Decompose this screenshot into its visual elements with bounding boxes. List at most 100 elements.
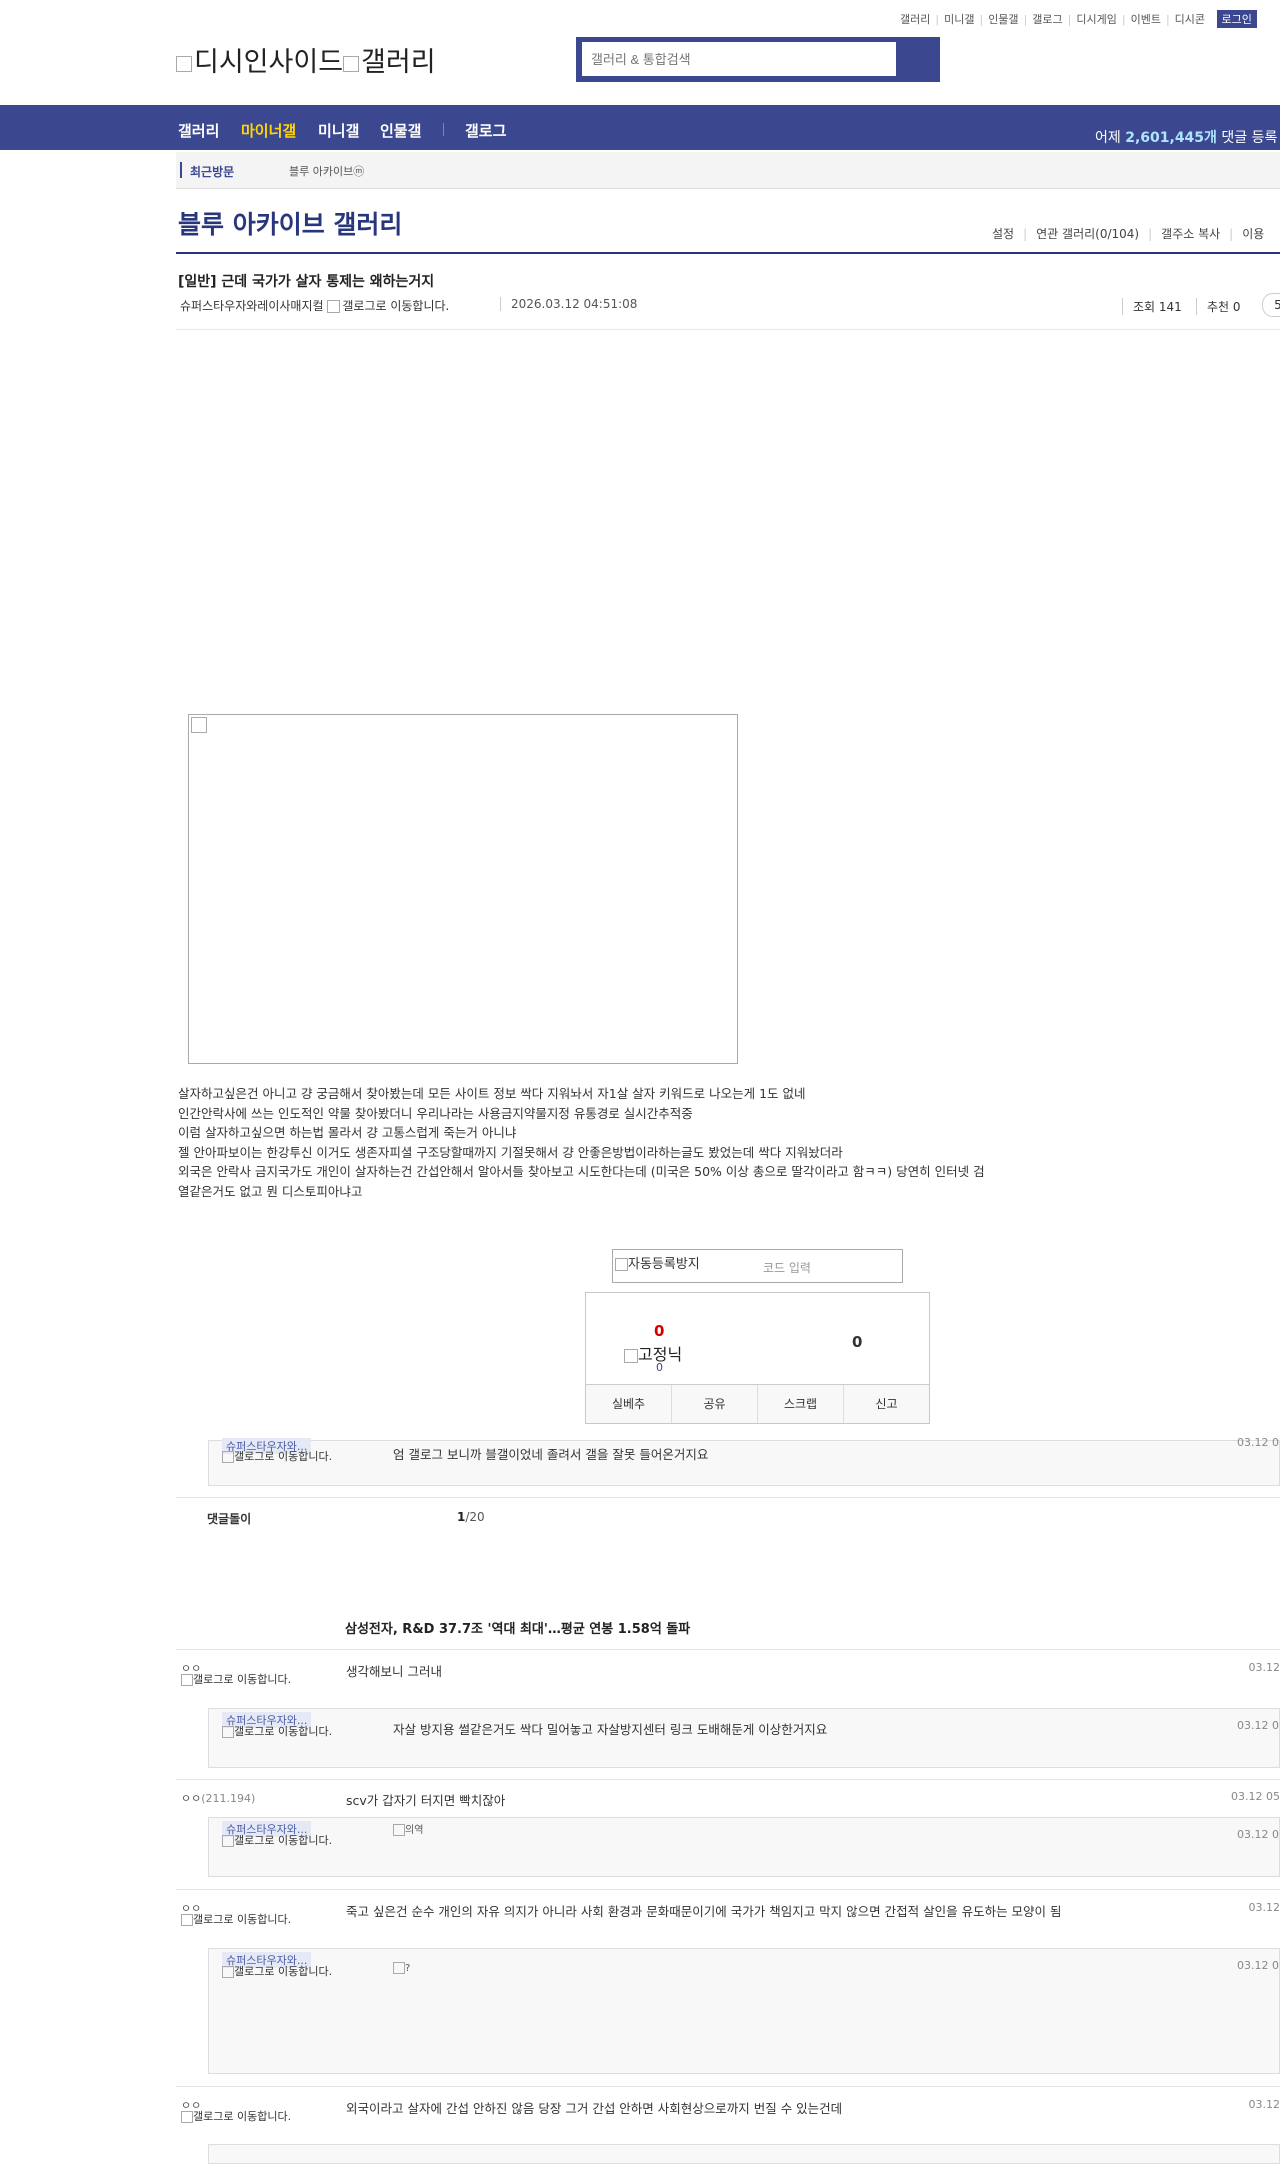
top-link-dccon[interactable]: 디시콘 [1175, 13, 1205, 26]
comment-divider [176, 2086, 1280, 2087]
news-headline[interactable]: 삼성전자, R&D 37.7조 '역대 최대'…평균 연봉 1.58억 돌파 [345, 1618, 690, 1637]
gallog-icon[interactable]: 갤로그로 이동합니다. [222, 1966, 332, 1978]
logo-site-text: 디시인사이드 [194, 47, 343, 78]
gallery-menu: 설정|연관 갤러리(0/104)|갤주소 복사|이용 [992, 225, 1264, 242]
login-button[interactable]: 로그인 [1217, 10, 1257, 28]
broken-image-icon [176, 56, 192, 72]
reply-text: 엄 갤로그 보니까 블갤이었네 졸려서 갤을 잘못 들어온거지요 [393, 1444, 708, 1463]
comment-bot-label: 댓글돌이 [207, 1510, 251, 1527]
post-image[interactable] [188, 714, 738, 1064]
comment-page-total: /20 [465, 1510, 484, 1524]
comment-text: 생각해보니 그러내 [346, 1661, 442, 1680]
comment-count-button[interactable]: 5 [1262, 293, 1280, 317]
comment-pagination: 1/20 [457, 1510, 485, 1524]
best-recommend-button[interactable]: 실베추 [586, 1385, 672, 1423]
gallog-icon[interactable]: 갤로그로 이동합니다. [222, 1726, 332, 1738]
comment-reply: 슈퍼스타우자와... 갤로그로 이동합니다. 의역 03.12 0 [208, 1817, 1280, 1877]
downvote-count: 0 [852, 1333, 862, 1351]
comment-text: 죽고 싶은건 순수 개인의 자유 의지가 아니라 사회 환경과 문화때문이기에 … [346, 1901, 1062, 1920]
reply-date: 03.12 0 [1237, 1828, 1279, 1841]
recent-chip[interactable]: 블루 아카이브ⓜ [289, 163, 364, 179]
stats-suffix: 댓글 등록 [1217, 130, 1277, 146]
captcha-image: 자동등록방지 [615, 1253, 700, 1272]
search-input[interactable] [582, 42, 896, 76]
nav-item-gallery[interactable]: 갤러리 [178, 120, 219, 141]
comment-date: 03.12 [1249, 2098, 1280, 2111]
gallery-settings-link[interactable]: 설정 [992, 227, 1014, 241]
site-logo[interactable]: 디시인사이드 갤러리 [176, 40, 436, 79]
search-box [576, 37, 940, 82]
post-header-divider [176, 329, 1280, 330]
top-link-person-gal[interactable]: 인물갤 [988, 13, 1018, 26]
upvote-count: 0 [654, 1322, 664, 1340]
recent-label-marker [180, 162, 182, 178]
broken-image-icon [343, 56, 359, 72]
top-link-dcgame[interactable]: 디시게임 [1076, 13, 1116, 26]
dccon-image: 의역 [393, 1821, 423, 1836]
reply-date: 03.12 0 [1237, 1959, 1279, 1972]
gallog-icon[interactable]: 갤로그로 이동합니다. [181, 1914, 291, 1926]
nav-item-minor-gallery[interactable]: 마이너갤 [241, 120, 296, 141]
reply-text: 자살 방지용 썰같은거도 싹다 밀어놓고 자살방지센터 링크 도배해둔게 이상한… [393, 1719, 827, 1738]
comment-item: ㅇㅇ 갤로그로 이동합니다. 생각해보니 그러내 03.12 [176, 1660, 1280, 1710]
upvote-button[interactable]: 고정닉 [624, 1341, 682, 1365]
dccon-image: ? [393, 1962, 410, 1974]
post-date: 2026.03.12 04:51:08 [500, 297, 637, 311]
captcha-input[interactable]: 코드 입력 [763, 1259, 811, 1276]
gallog-icon[interactable]: 갤로그로 이동합니다. [181, 2111, 291, 2123]
gallog-icon[interactable]: 갤로그로 이동합니다. [222, 1451, 332, 1463]
top-link-gallery[interactable]: 갤러리 [900, 13, 930, 26]
post-title: [일반] 근데 국가가 살자 통제는 왜하는거지 [178, 271, 434, 291]
share-button[interactable]: 공유 [672, 1385, 758, 1423]
comment-date: 03.12 [1249, 1901, 1280, 1914]
scrap-button[interactable]: 스크랩 [758, 1385, 844, 1423]
comment-item: ㅇㅇ 갤로그로 이동합니다. 외국이라고 살자에 간섭 안하진 않음 당장 그거… [176, 2097, 1280, 2147]
comment-date: 03.12 [1249, 1661, 1280, 1674]
gallog-icon[interactable]: 갤로그로 이동합니다. [222, 1835, 332, 1847]
nav-item-gallog[interactable]: 갤로그 [465, 120, 506, 141]
recent-visit-bar: 최근방문 블루 아카이브ⓜ [176, 152, 1280, 189]
title-divider [176, 252, 1280, 254]
top-link-event[interactable]: 이벤트 [1131, 13, 1161, 26]
comment-item: ㅇㅇ(211.194) scv가 갑자기 터지면 빡치잖아 03.12 05 [176, 1790, 1280, 1810]
stats-value: 2,601,445개 [1125, 130, 1217, 146]
comment-reply: 슈퍼스타우자와... 갤로그로 이동합니다. ? 03.12 0 [208, 1948, 1280, 2074]
comment-ip: (211.194) [201, 1792, 255, 1805]
post-body-line: 젤 안아파보이는 한강투신 이거도 생존자피셜 구조당할때까지 기절못해서 걍 … [178, 1143, 985, 1163]
post-body: 살자하고싶은건 아니고 걍 궁금해서 찾아봤는데 모든 사이트 정보 싹다 지워… [178, 1084, 985, 1201]
gallery-title[interactable]: 블루 아카이브 갤러리 [178, 205, 402, 241]
related-gallery-link[interactable]: 연관 갤러리(0/104) [1036, 227, 1139, 241]
fixed-nick-count: 0 [656, 1361, 663, 1374]
copy-address-link[interactable]: 갤주소 복사 [1161, 227, 1220, 241]
comment-item: ㅇㅇ 갤로그로 이동합니다. 죽고 싶은건 순수 개인의 자유 의지가 아니라 … [176, 1900, 1280, 1950]
post-views: 조회 141 [1122, 298, 1182, 315]
gallog-icon[interactable]: 갤로그로 이동합니다. [181, 1674, 291, 1686]
comment-nick[interactable]: ㅇㅇ(211.194) [181, 1790, 255, 1806]
logo-section-text: 갤러리 [361, 47, 436, 78]
main-nav: 갤러리 마이너갤 미니갤 인물갤 갤로그 어제 2,601,445개 댓글 등록 [0, 105, 1280, 150]
recent-label: 최근방문 [190, 163, 234, 180]
post-body-line: 인간안락사에 쓰는 인도적인 약물 찾아봤더니 우리나라는 사용금지약물지정 유… [178, 1104, 985, 1124]
broken-image-icon [191, 717, 207, 733]
nav-divider [443, 123, 444, 136]
search-button[interactable] [896, 37, 940, 82]
nav-item-mini-gallery[interactable]: 미니갤 [318, 120, 359, 141]
comment-divider [176, 1497, 1280, 1498]
top-link-minigal[interactable]: 미니갤 [944, 13, 974, 26]
top-link-gallog[interactable]: 갤로그 [1032, 13, 1062, 26]
usage-link[interactable]: 이용 [1242, 227, 1264, 241]
stats-prefix: 어제 [1095, 130, 1125, 146]
reply-date: 03.12 0 [1237, 1436, 1279, 1449]
comment-date: 03.12 05 [1231, 1790, 1280, 1803]
author-nick[interactable]: 슈퍼스타우자와레이사매지컬 [180, 299, 324, 313]
comment-text: scv가 갑자기 터지면 빡치잖아 [346, 1790, 505, 1809]
post-recommends: 추천 0 [1196, 298, 1241, 315]
comment-divider [176, 1779, 1280, 1780]
nav-item-person-gallery[interactable]: 인물갤 [380, 120, 421, 141]
gallog-icon[interactable]: 갤로그로 이동합니다. [327, 299, 449, 313]
comment-reply: 슈퍼스타우자와... 갤로그로 이동합니다. 자살 방지용 썰같은거도 싹다 밀… [208, 1708, 1280, 1768]
recommend-box: 0 고정닉 0 0 실베추 공유 스크랩 신고 [585, 1292, 930, 1424]
report-button[interactable]: 신고 [844, 1385, 929, 1423]
reply-date: 03.12 0 [1237, 1719, 1279, 1732]
post-body-line: 이럼 살자하고싶으면 하는법 몰라서 걍 고통스럽게 죽는거 아니냐 [178, 1123, 985, 1143]
